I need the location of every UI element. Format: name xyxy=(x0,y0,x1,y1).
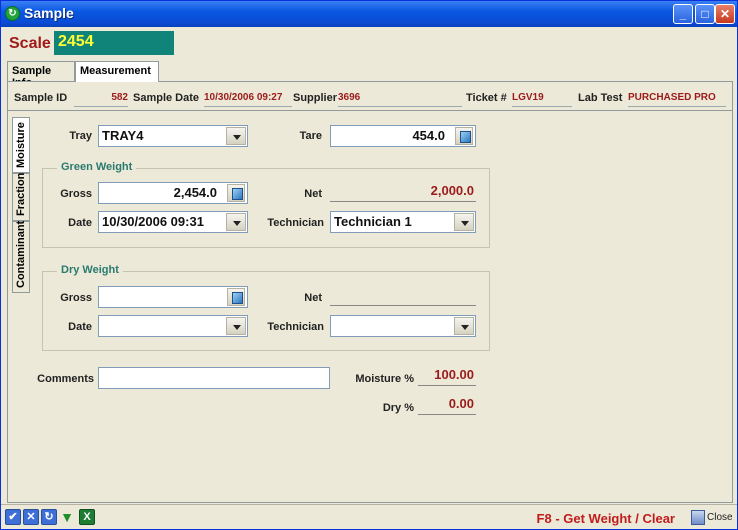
moisture-pct-label: Moisture % xyxy=(355,373,414,385)
app-icon: ↻ xyxy=(5,6,20,21)
dry-technician-select[interactable] xyxy=(330,315,476,337)
tare-label: Tare xyxy=(299,130,322,142)
green-net-value: 2,000.0 xyxy=(330,183,476,202)
refresh-icon[interactable]: ↻ xyxy=(41,509,57,525)
cancel-icon[interactable]: ✕ xyxy=(23,509,39,525)
side-tab-moisture[interactable]: Moisture xyxy=(12,117,30,173)
ticket-label: Ticket # xyxy=(466,92,507,104)
comments-field[interactable] xyxy=(98,367,330,389)
filter-icon[interactable]: ▼ xyxy=(59,509,75,525)
tare-field[interactable]: 454.0 xyxy=(330,125,476,147)
green-weight-title: Green Weight xyxy=(57,161,137,173)
green-net-label: Net xyxy=(304,188,322,200)
dry-technician-label: Technician xyxy=(267,321,324,333)
close-button[interactable]: Close xyxy=(689,508,733,528)
dry-pct-value: 0.00 xyxy=(418,396,476,415)
scale-bar: Scale 2454 xyxy=(1,27,737,61)
lab-test-value: PURCHASED PRO xyxy=(628,90,726,107)
f8-hint: F8 - Get Weight / Clear xyxy=(536,511,675,526)
minimize-button[interactable]: _ xyxy=(673,4,693,24)
green-technician-value: Technician 1 xyxy=(334,214,412,229)
cube-icon[interactable] xyxy=(227,184,245,202)
dry-pct-label: Dry % xyxy=(382,402,414,414)
tray-value: TRAY4 xyxy=(102,128,144,143)
comments-label: Comments xyxy=(37,373,94,385)
dry-net-value xyxy=(330,287,476,306)
close-window-button[interactable]: ✕ xyxy=(715,4,735,24)
dry-date-label: Date xyxy=(68,321,92,333)
green-date-value: 10/30/2006 09:31 xyxy=(102,214,204,229)
green-date-picker[interactable]: 10/30/2006 09:31 xyxy=(98,211,248,233)
chevron-down-icon[interactable] xyxy=(454,317,474,335)
green-gross-field[interactable]: 2,454.0 xyxy=(98,182,248,204)
close-button-label: Close xyxy=(707,512,733,523)
dry-net-label: Net xyxy=(304,292,322,304)
tare-value: 454.0 xyxy=(412,128,445,143)
dry-weight-title: Dry Weight xyxy=(57,264,123,276)
chevron-down-icon[interactable] xyxy=(226,317,246,335)
green-gross-value: 2,454.0 xyxy=(173,185,217,200)
green-technician-label: Technician xyxy=(267,217,324,229)
dry-gross-field[interactable] xyxy=(98,286,248,308)
sample-id-label: Sample ID xyxy=(14,92,68,104)
dry-gross-label: Gross xyxy=(60,292,92,304)
sample-header: Sample ID 582 Sample Date 10/30/2006 09:… xyxy=(7,81,733,111)
side-tab-contaminant[interactable]: Contaminant xyxy=(12,221,30,293)
measurement-panel: Moisture Fraction Contaminant Tray TRAY4… xyxy=(7,111,733,503)
scale-label: Scale xyxy=(9,35,51,52)
green-date-label: Date xyxy=(68,217,92,229)
dry-weight-group: Dry Weight xyxy=(42,264,490,351)
excel-icon[interactable]: X xyxy=(79,509,95,525)
dry-date-picker[interactable] xyxy=(98,315,248,337)
cube-icon[interactable] xyxy=(455,127,473,145)
supplier-label: Supplier xyxy=(293,92,338,104)
tray-label: Tray xyxy=(69,130,92,142)
sample-date-value: 10/30/2006 09:27 xyxy=(204,90,292,107)
window-title: Sample xyxy=(24,5,74,21)
ticket-value: LGV19 xyxy=(512,90,572,107)
check-icon[interactable]: ✔ xyxy=(5,509,21,525)
door-icon xyxy=(691,510,705,525)
title-bar: ↻ Sample _ □ ✕ xyxy=(1,1,737,27)
tray-select[interactable]: TRAY4 xyxy=(98,125,248,147)
green-weight-group: Green Weight xyxy=(42,161,490,248)
scale-value: 2454 xyxy=(54,31,174,55)
moisture-content: Tray TRAY4 Tare 454.0 Green Weight Gross… xyxy=(32,111,732,503)
green-technician-select[interactable]: Technician 1 xyxy=(330,211,476,233)
status-bar: ✔ ✕ ↻ ▼ X F8 - Get Weight / Clear Close xyxy=(1,504,737,529)
sample-date-label: Sample Date xyxy=(133,92,200,104)
side-tab-fraction[interactable]: Fraction xyxy=(12,173,30,221)
moisture-pct-value: 100.00 xyxy=(418,367,476,386)
sample-window: ↻ Sample _ □ ✕ Scale 2454 Sample Info Me… xyxy=(0,0,738,530)
tab-measurement[interactable]: Measurement xyxy=(75,61,159,82)
supplier-value: 3696 xyxy=(338,90,462,107)
chevron-down-icon[interactable] xyxy=(226,213,246,231)
sample-id-value: 582 xyxy=(74,90,128,107)
chevron-down-icon[interactable] xyxy=(226,127,246,145)
green-gross-label: Gross xyxy=(60,188,92,200)
lab-test-label: Lab Test xyxy=(578,92,623,104)
chevron-down-icon[interactable] xyxy=(454,213,474,231)
cube-icon[interactable] xyxy=(227,288,245,306)
maximize-button[interactable]: □ xyxy=(695,4,715,24)
tab-sample-info[interactable]: Sample Info xyxy=(7,61,75,89)
